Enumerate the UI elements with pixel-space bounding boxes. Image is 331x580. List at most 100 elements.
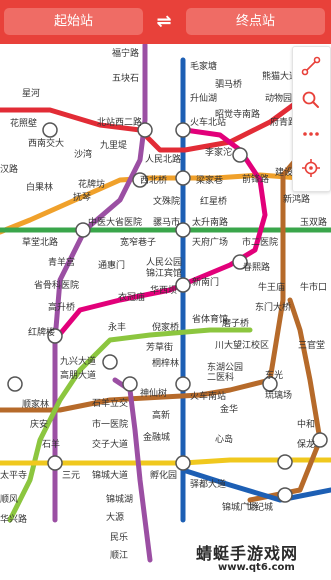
station-label[interactable]: 民乐 [110,531,128,543]
station-label[interactable]: 牛王庙 [258,281,285,293]
station-label[interactable]: 红牌楼 [28,326,55,338]
station-label[interactable]: 通惠门 [98,259,125,271]
station-label[interactable]: 青羊宫 [48,256,75,268]
station-label[interactable]: 驿都大道 [190,478,226,490]
station-label[interactable]: 庆安 [30,418,48,430]
station-label[interactable]: 神仙树 [140,387,167,399]
station-label[interactable]: 宽窄巷子 [120,236,156,248]
station-label[interactable]: 白果林 [26,181,53,193]
locate-button[interactable] [298,155,324,181]
station-label[interactable]: 永丰 [108,321,126,333]
transfer-node [175,122,191,138]
station-label[interactable]: 交子大道 [92,438,128,450]
station-label[interactable]: 磨子桥 [222,317,249,329]
station-label[interactable]: 骡马市 [153,216,180,228]
station-label[interactable]: 三元 [62,471,80,481]
station-label[interactable]: 新鸿路 [283,193,310,205]
station-label[interactable]: 高朋大道 [60,369,96,381]
station-label[interactable]: 孵化园 [150,469,177,481]
station-label[interactable]: 顺家林 [22,398,49,410]
station-label[interactable]: 市一医院 [92,418,128,430]
station-label[interactable]: 世纪城 [246,501,273,513]
station-label[interactable]: 牛市口 [300,281,327,293]
search-button[interactable] [298,87,324,113]
station-label[interactable]: 芳草街 [146,341,173,353]
station-label[interactable]: 九里堤 [100,140,127,151]
start-station-input[interactable]: 起始站 [4,8,143,35]
station-label[interactable]: 九兴大道 [60,355,96,367]
station-label[interactable]: 李家沱 [205,146,232,158]
station-label[interactable]: 顺江 [110,550,128,561]
swap-stations-button[interactable]: ⇌ [152,10,176,34]
station-label[interactable]: 太平寺 [0,469,27,481]
station-label[interactable]: 锦城大道 [92,469,128,481]
station-label[interactable]: 前锋路 [242,173,269,185]
station-label[interactable]: 金融城 [143,431,170,443]
station-label[interactable]: 太升南路 [192,216,228,228]
station-label[interactable]: 川大望江校区 [215,339,269,351]
station-label[interactable]: 火车南站 [190,390,226,402]
station-label[interactable]: 花牌坊 [78,178,105,190]
transfer-node [42,122,58,138]
station-label[interactable]: 锦城湖 [106,493,133,505]
station-label[interactable]: 天府广场 [192,236,228,248]
station-label[interactable]: 金华 [220,403,238,415]
station-label[interactable]: 华兴路 [0,513,27,525]
station-label[interactable]: 红星桥 [200,195,227,207]
station-label[interactable]: 衣冠庙 [118,291,145,303]
station-label[interactable]: 花照壁 [10,117,37,129]
station-label[interactable]: 人民公园 [146,257,182,268]
station-label[interactable]: 草堂北路 [22,236,58,248]
search-icon [302,91,319,108]
locate-icon [302,159,320,177]
station-label[interactable]: 中医大省医院 [88,216,142,228]
station-label[interactable]: 东湖公园 [207,361,243,373]
station-label[interactable]: 高升桥 [48,301,75,313]
station-label[interactable]: 东门大桥 [255,301,291,313]
station-label[interactable]: 省骨科医院 [34,279,79,291]
station-label[interactable]: 锦江宾馆 [146,267,182,279]
station-label[interactable]: 东光 [265,369,283,381]
transfer-node [175,376,191,392]
station-label[interactable]: 倪家桥 [152,321,179,333]
station-label[interactable]: 人民北路 [145,153,181,165]
station-label[interactable]: 驷马桥 [215,78,242,90]
station-label[interactable]: 琉璃场 [265,389,292,401]
end-station-input[interactable]: 终点站 [186,8,325,35]
more-icon [303,132,319,136]
station-label[interactable]: 大源 [106,511,124,523]
station-label[interactable]: 桐梓林 [152,357,179,369]
route-tool-button[interactable] [298,53,324,79]
station-label[interactable]: 市二医院 [242,236,278,248]
station-label[interactable]: 西北桥 [140,174,167,186]
station-label[interactable]: 石羊 [42,438,60,450]
station-label[interactable]: 汉路 [0,163,18,175]
station-label[interactable]: 五块石 [112,72,139,84]
station-label[interactable]: 新南门 [192,276,219,288]
station-label[interactable]: 石羊立交 [92,397,128,409]
station-label[interactable]: 三官堂 [298,339,325,351]
station-label[interactable]: 西南交大 [28,137,64,149]
station-label[interactable]: 文殊院 [153,195,180,207]
more-button[interactable] [298,121,324,147]
station-label[interactable]: 火车北站 [190,116,226,128]
station-label[interactable]: 中和 [297,418,315,430]
station-label[interactable]: 顺风 [0,494,18,505]
station-label[interactable]: 二医科 [207,371,234,383]
station-label[interactable]: 玉双路 [300,216,327,228]
station-label[interactable]: 高新 [152,409,170,421]
station-label[interactable]: 心岛 [215,433,233,445]
station-label[interactable]: 星河 [22,87,40,99]
station-label[interactable]: 抚琴 [73,191,91,203]
station-label[interactable]: 毛家塘 [190,60,217,72]
station-label[interactable]: 动物园 [265,92,292,104]
station-label[interactable]: 北站西二路 [97,116,142,128]
station-label[interactable]: 福宁路 [112,47,139,59]
station-label[interactable]: 华西坝 [150,284,177,296]
station-label[interactable]: 升仙湖 [190,92,217,104]
station-label[interactable]: 梁家巷 [196,174,223,186]
station-label[interactable]: 保龙 [297,438,315,450]
metro-map[interactable]: 福宁路 毛家塘 五块石 升仙湖 熊猫大道 动物园 驷马桥 昭觉寺南路 星河 花照… [0,44,331,580]
station-label[interactable]: 春熙路 [243,261,270,273]
station-label[interactable]: 沙湾 [74,148,92,160]
